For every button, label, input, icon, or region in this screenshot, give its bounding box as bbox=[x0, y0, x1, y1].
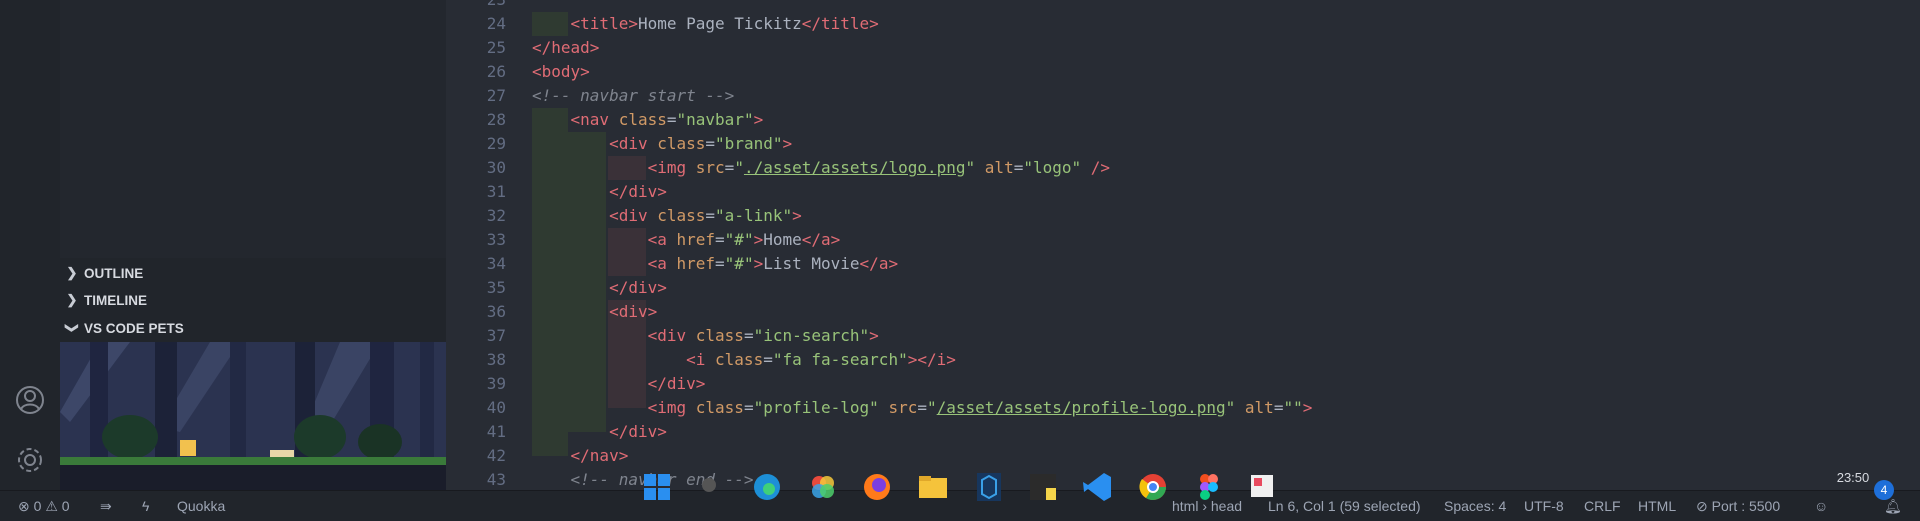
gear-icon[interactable] bbox=[14, 444, 46, 476]
cursor-position[interactable]: Ln 6, Col 1 (59 selected) bbox=[1268, 491, 1421, 521]
chevron-right-icon: ❯ bbox=[66, 265, 78, 280]
encoding-status[interactable]: UTF-8 bbox=[1524, 491, 1564, 521]
code-line: <img src="./asset/assets/logo.png" alt="… bbox=[647, 158, 1111, 177]
line-number: 35 bbox=[486, 278, 506, 297]
line-number: 30 bbox=[486, 158, 506, 177]
vscode-pets-section-header[interactable]: ❯ VS CODE PETS bbox=[60, 314, 446, 342]
code-line: <a href="#">List Movie</a> bbox=[647, 254, 899, 273]
code-line: </div> bbox=[609, 182, 667, 201]
code-line: <div> bbox=[609, 302, 658, 321]
live-share-icon[interactable]: ⇛ bbox=[100, 491, 112, 521]
line-number: 33 bbox=[486, 230, 506, 249]
line-number: 34 bbox=[486, 254, 506, 273]
lightning-icon[interactable]: ϟ bbox=[142, 491, 149, 521]
code-line: </div> bbox=[647, 374, 706, 393]
port-label: Port : 5500 bbox=[1711, 498, 1781, 514]
line-number: 43 bbox=[486, 470, 506, 489]
clock[interactable]: 23:50 bbox=[1826, 470, 1880, 485]
activity-bar bbox=[0, 0, 60, 490]
app-icon-blue[interactable] bbox=[972, 470, 1006, 504]
broadcast-icon: ⊘ bbox=[1696, 498, 1708, 514]
code-line: <title>Home Page Tickitz</title> bbox=[570, 14, 879, 33]
line-number: 37 bbox=[486, 326, 506, 345]
outline-section-header[interactable]: ❯ OUTLINE bbox=[60, 259, 446, 287]
line-number: 38 bbox=[486, 350, 506, 369]
code-line: <a href="#">Home</a> bbox=[647, 230, 841, 249]
chevron-down-icon: ❯ bbox=[65, 322, 80, 334]
vscode-pets-label: VS CODE PETS bbox=[84, 320, 184, 336]
quokka-status[interactable]: Quokka bbox=[177, 491, 225, 521]
code-line: <div class="icn-search"> bbox=[647, 326, 879, 345]
windows-start-icon[interactable] bbox=[640, 470, 674, 504]
code-line: </div> bbox=[609, 278, 667, 297]
code-line: </div> bbox=[609, 422, 667, 441]
code-line: </nav> bbox=[570, 446, 629, 465]
code-line: <img class="profile-log" src="/asset/ass… bbox=[647, 398, 1313, 417]
line-number: 41 bbox=[486, 422, 506, 441]
accounts-icon[interactable] bbox=[14, 384, 46, 416]
photos-icon[interactable] bbox=[806, 470, 840, 504]
line-number: 24 bbox=[486, 14, 506, 33]
chevron-right-icon: ❯ bbox=[66, 292, 78, 307]
line-number: 32 bbox=[486, 206, 506, 225]
notification-badge[interactable]: 4 bbox=[1874, 480, 1894, 500]
line-number: 25 bbox=[486, 38, 506, 57]
problems-indicator[interactable]: ⊗ 0 ⚠ 0 bbox=[18, 491, 70, 521]
edge-icon[interactable] bbox=[750, 470, 784, 504]
line-number: 26 bbox=[486, 62, 506, 81]
code-line: <i class="fa fa-search"></i> bbox=[686, 350, 956, 369]
warning-count: 0 bbox=[61, 498, 70, 514]
code-editor[interactable]: 23 24 25 26 27 28 29 30 31 32 33 34 35 36 37 38 39 40 41 42… bbox=[446, 0, 1920, 490]
firefox-icon[interactable] bbox=[860, 470, 894, 504]
explorer-panel bbox=[60, 0, 446, 258]
status-bar: ⊗ 0 ⚠ 0 ⇛ ϟ Quokka html › head Ln 6, Col… bbox=[0, 490, 1920, 521]
code-line: <div class="brand"> bbox=[609, 134, 793, 153]
search-icon[interactable] bbox=[694, 470, 728, 504]
line-number: 23 bbox=[446, 0, 506, 12]
code-line: <!-- navbar start --> bbox=[532, 86, 735, 105]
line-number: 27 bbox=[486, 86, 506, 105]
timeline-label: TIMELINE bbox=[84, 292, 147, 308]
code-line: <div class="a-link"> bbox=[609, 206, 802, 225]
error-icon: ⊗ bbox=[18, 498, 30, 514]
timeline-section-header[interactable]: ❯ TIMELINE bbox=[60, 286, 446, 314]
outline-label: OUTLINE bbox=[84, 265, 144, 281]
language-mode[interactable]: HTML bbox=[1638, 491, 1676, 521]
error-count: 0 bbox=[33, 498, 42, 514]
line-number-gutter: 23 24 25 26 27 28 29 30 31 32 33 34 35 36 37 38 39 40 41 42… bbox=[446, 0, 536, 490]
line-number: 29 bbox=[486, 134, 506, 153]
sticky-notes-icon[interactable] bbox=[1026, 470, 1060, 504]
pet-sprite bbox=[180, 440, 196, 456]
line-number: 40 bbox=[486, 398, 506, 417]
code-line: <nav class="navbar"> bbox=[570, 110, 764, 129]
chrome-icon[interactable] bbox=[1136, 470, 1170, 504]
warning-icon: ⚠ bbox=[45, 498, 58, 514]
code-line: </head> bbox=[532, 38, 600, 57]
sidebar: ❯ OUTLINE ❯ TIMELINE ❯ VS CODE PETS bbox=[60, 0, 446, 490]
line-number: 31 bbox=[486, 182, 506, 201]
feedback-icon[interactable]: ☺ bbox=[1814, 491, 1828, 521]
line-number: 36 bbox=[486, 302, 506, 321]
code-line: <body> bbox=[532, 62, 590, 81]
snipping-tool-icon[interactable] bbox=[1246, 470, 1280, 504]
figma-icon[interactable] bbox=[1192, 470, 1226, 504]
vscode-icon[interactable] bbox=[1080, 470, 1114, 504]
pets-forest-scene[interactable] bbox=[60, 342, 446, 490]
file-explorer-icon[interactable] bbox=[916, 470, 950, 504]
live-server-port[interactable]: ⊘ Port : 5500 bbox=[1696, 491, 1780, 521]
line-number: 39 bbox=[486, 374, 506, 393]
indentation-status[interactable]: Spaces: 4 bbox=[1444, 491, 1506, 521]
eol-status[interactable]: CRLF bbox=[1584, 491, 1621, 521]
pet-sprite-2 bbox=[270, 450, 294, 457]
line-number: 42 bbox=[486, 446, 506, 465]
line-number: 28 bbox=[486, 110, 506, 129]
